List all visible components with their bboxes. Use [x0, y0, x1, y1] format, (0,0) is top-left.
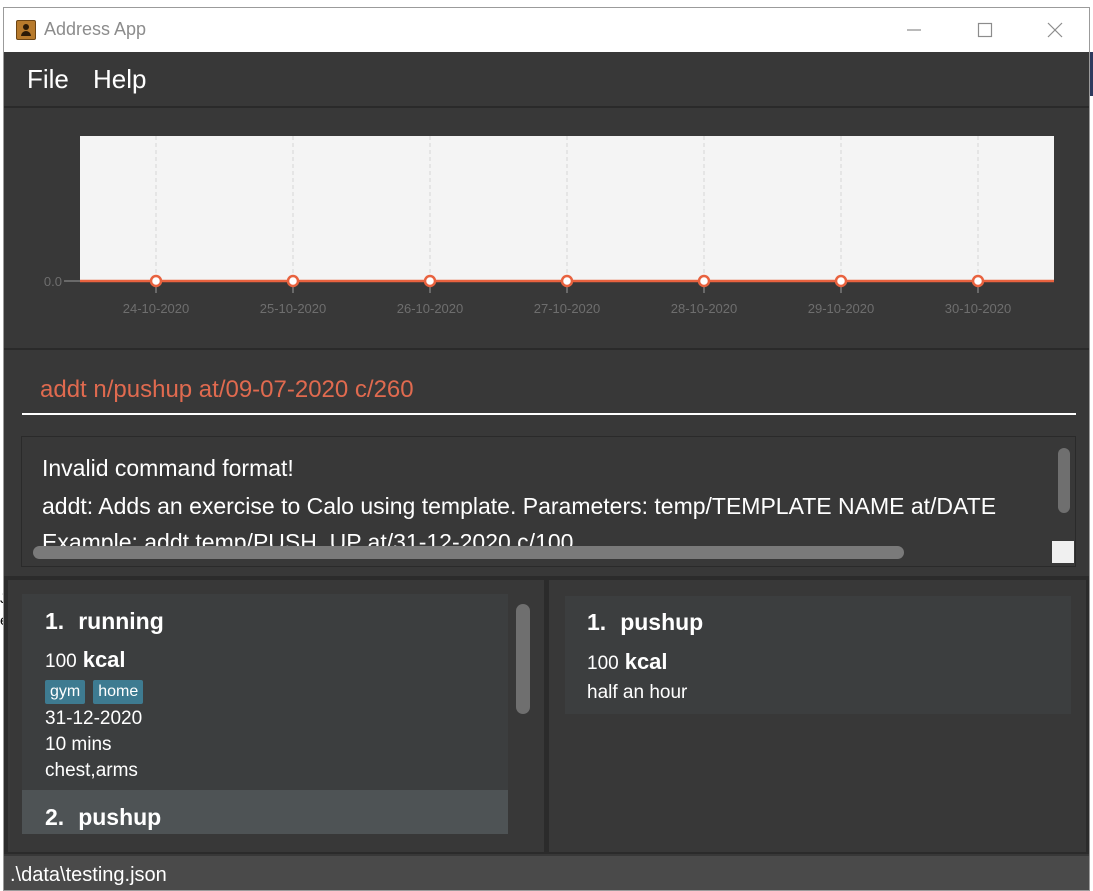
close-icon	[1047, 22, 1063, 38]
result-line: addt: Adds an exercise to Calo using tem…	[42, 493, 997, 519]
data-point[interactable]	[286, 274, 300, 288]
exercise-muscles: chest,arms	[45, 760, 138, 781]
data-file-path: .\data\testing.json	[10, 864, 167, 886]
exercise-duration: 10 mins	[45, 734, 112, 755]
data-point[interactable]	[697, 274, 711, 288]
command-box	[4, 351, 1089, 433]
template-calories: 100 kcal	[587, 649, 668, 675]
exercise-calories: 100 kcal	[45, 647, 126, 673]
maximize-button[interactable]	[962, 8, 1008, 52]
menu-help[interactable]: Help	[93, 64, 146, 95]
calorie-unit: kcal	[624, 649, 668, 674]
app-window: Address App File Help 0.0 24-10-2020 25-1…	[3, 7, 1090, 891]
exercise-card[interactable]: 1. running 100 kcal gym home 31-12-2020 10 …	[22, 594, 508, 790]
divider	[4, 348, 1089, 350]
data-point[interactable]	[971, 274, 985, 288]
menu-file[interactable]: File	[27, 64, 69, 95]
exercise-title: 1. running	[45, 608, 164, 635]
calorie-unit: kcal	[82, 647, 126, 672]
command-input[interactable]	[22, 367, 1076, 415]
scrollbar-corner	[1052, 541, 1074, 563]
template-card[interactable]: 1. pushup 100 kcal half an hour	[565, 596, 1071, 714]
x-tick-label: 29-10-2020	[808, 301, 875, 316]
exercise-index: 1.	[45, 608, 65, 634]
horizontal-scrollbar-thumb[interactable]	[33, 546, 904, 559]
title-bar[interactable]: Address App	[4, 8, 1089, 52]
minimize-button[interactable]	[891, 8, 937, 52]
minimize-icon	[907, 29, 921, 31]
result-display[interactable]: Invalid command format! addt: Adds an ex…	[21, 436, 1076, 567]
x-tick-label: 27-10-2020	[534, 301, 601, 316]
exercise-date: 31-12-2020	[45, 708, 143, 729]
data-point[interactable]	[834, 274, 848, 288]
calorie-value: 100	[45, 651, 77, 672]
data-point[interactable]	[149, 274, 163, 288]
calorie-value: 100	[587, 653, 619, 674]
exercise-list-panel: 1. running 100 kcal gym home 31-12-2020 10 …	[8, 580, 544, 852]
vertical-scrollbar-thumb[interactable]	[1058, 448, 1070, 513]
x-tick-label: 25-10-2020	[260, 301, 327, 316]
template-title: 1. pushup	[587, 609, 703, 636]
exercise-list[interactable]: 1. running 100 kcal gym home 31-12-2020 10 …	[22, 594, 508, 834]
exercise-index: 2.	[45, 804, 65, 830]
chart-svg: 0.0 24-10-2020 25-10-2020 26-10-2020 27-10-…	[44, 136, 1054, 316]
x-tick-label: 24-10-2020	[123, 301, 190, 316]
calorie-chart: 0.0 24-10-2020 25-10-2020 26-10-2020 27-10-…	[4, 108, 1089, 348]
y-tick-label: 0.0	[44, 274, 62, 289]
window-title: Address App	[44, 19, 147, 39]
menu-bar: File Help	[4, 52, 1089, 106]
maximize-icon	[977, 22, 993, 38]
template-index: 1.	[587, 609, 607, 635]
close-button[interactable]	[1032, 8, 1078, 52]
template-name: pushup	[620, 609, 704, 635]
address-book-icon	[16, 20, 36, 40]
template-description: half an hour	[587, 682, 688, 703]
template-list-panel: 1. pushup 100 kcal half an hour	[549, 580, 1086, 852]
x-tick-label: 26-10-2020	[397, 301, 464, 316]
list-scrollbar-thumb[interactable]	[516, 604, 530, 714]
exercise-card[interactable]: 2. pushup	[22, 790, 508, 834]
tag-home: home	[93, 680, 144, 704]
exercise-name: pushup	[78, 804, 162, 830]
data-point[interactable]	[423, 274, 437, 288]
exercise-name: running	[78, 608, 164, 634]
tag-gym: gym	[45, 680, 86, 704]
data-point[interactable]	[560, 274, 574, 288]
x-tick-label: 30-10-2020	[945, 301, 1012, 316]
x-tick-label: 28-10-2020	[671, 301, 738, 316]
exercise-title: 2. pushup	[45, 804, 161, 831]
tag-list: gym home	[45, 680, 151, 704]
lists-container: 1. running 100 kcal gym home 31-12-2020 10 …	[4, 576, 1089, 854]
status-bar: .\data\testing.json	[4, 856, 1089, 890]
result-line: Invalid command format!	[42, 455, 294, 481]
